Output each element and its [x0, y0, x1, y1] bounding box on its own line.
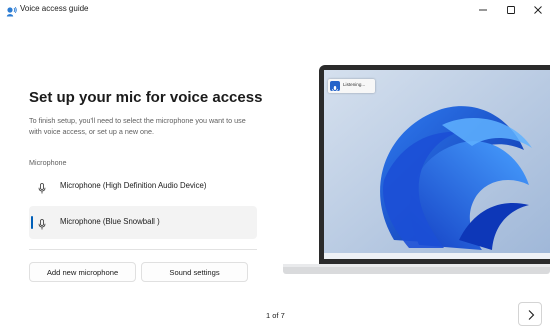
- taskbar: [324, 253, 550, 259]
- add-new-microphone-button[interactable]: Add new microphone: [29, 262, 136, 282]
- chevron-right-icon: [528, 310, 535, 320]
- microphone-icon: [38, 217, 46, 235]
- microphone-option-blue-snowball[interactable]: Microphone (Blue Snowball ): [29, 206, 257, 239]
- window-title: Voice access guide: [20, 4, 89, 13]
- maximize-icon: [507, 6, 515, 14]
- microphone-option-label: Microphone (High Definition Audio Device…: [60, 181, 207, 190]
- title-bar: Voice access guide: [0, 0, 550, 19]
- laptop-base-edge: [283, 264, 550, 267]
- maximize-button[interactable]: [498, 0, 525, 19]
- voice-access-app-icon: [6, 4, 17, 17]
- microphone-option-high-definition[interactable]: Microphone (High Definition Audio Device…: [29, 170, 257, 203]
- minimize-icon: [479, 9, 487, 11]
- minimize-button[interactable]: [470, 0, 497, 19]
- laptop-illustration: Listening...: [283, 65, 550, 277]
- selection-indicator: [31, 216, 33, 229]
- page-title: Set up your mic for voice access: [29, 89, 263, 106]
- microphone-section-label: Microphone: [29, 158, 67, 167]
- listening-text: Listening...: [343, 82, 366, 87]
- divider: [29, 249, 257, 250]
- page-counter: 1 of 7: [266, 311, 285, 320]
- close-icon: [534, 6, 542, 14]
- listening-indicator: Listening...: [328, 79, 375, 93]
- setup-description: To finish setup, you'll need to select t…: [29, 116, 246, 136]
- microphone-icon: [38, 181, 46, 199]
- microphone-icon: [330, 81, 340, 92]
- laptop-screen: Listening...: [324, 70, 550, 259]
- microphone-option-label: Microphone (Blue Snowball ): [60, 217, 160, 226]
- next-button[interactable]: [518, 302, 542, 326]
- windows-bloom-wallpaper: [324, 70, 550, 259]
- close-button[interactable]: [525, 0, 550, 19]
- sound-settings-button[interactable]: Sound settings: [141, 262, 248, 282]
